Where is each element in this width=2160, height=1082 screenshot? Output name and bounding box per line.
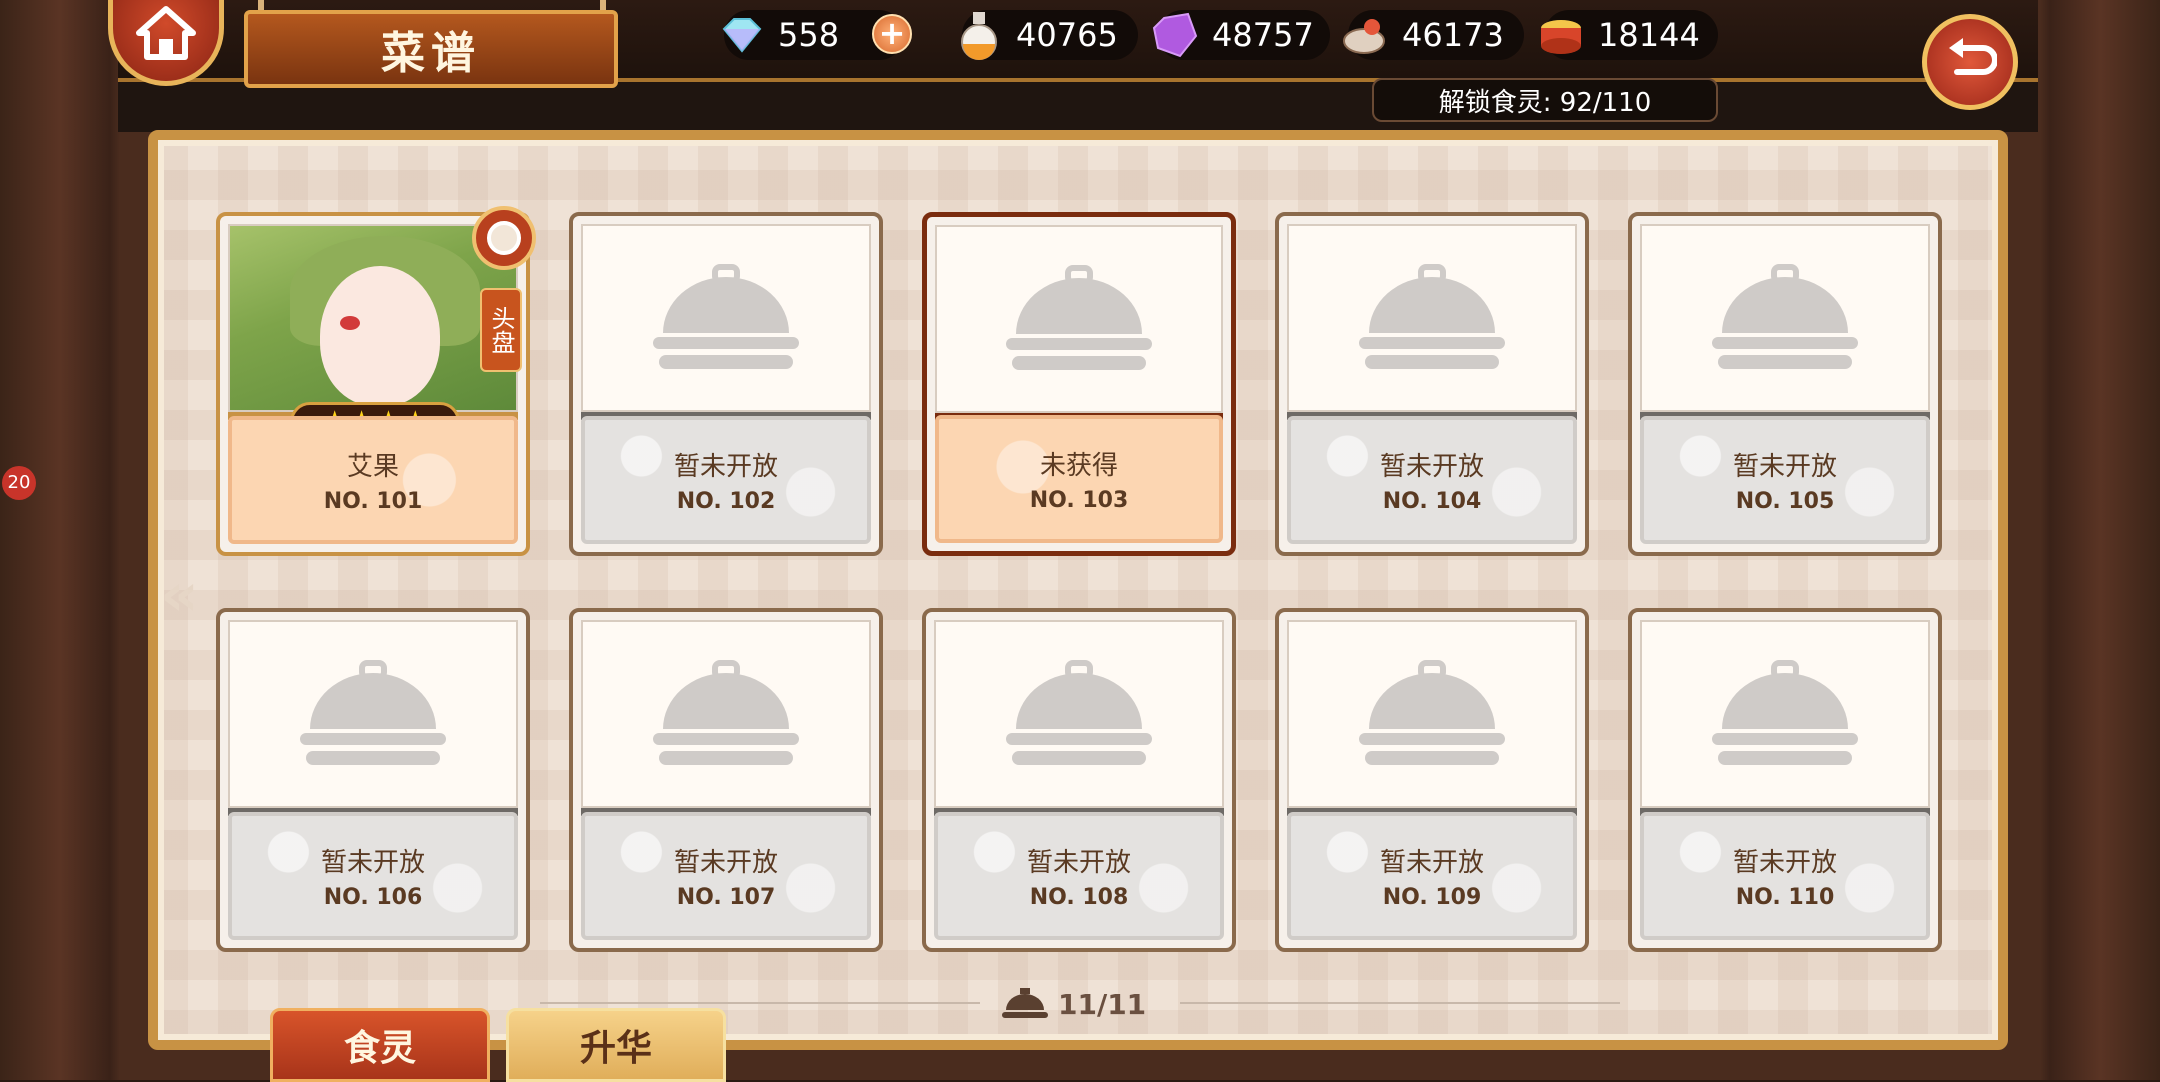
resource-meat: 46173 (1343, 10, 1524, 60)
card-number: NO. 106 (323, 885, 423, 910)
rarity-ring-icon (472, 206, 536, 270)
cloche-icon (1712, 264, 1858, 369)
card-info: 暂未开放 NO. 107 (581, 812, 871, 940)
add-diamond-button[interactable]: + (872, 14, 912, 54)
recipe-card-110[interactable]: 暂未开放 NO. 110 (1628, 608, 1942, 952)
prev-page-arrow-icon[interactable]: « (160, 560, 199, 630)
recipe-card-103[interactable]: 未获得 NO. 103 (922, 212, 1236, 556)
tab-food-spirit[interactable]: 食灵 (270, 1008, 490, 1082)
meat-icon (1338, 8, 1392, 62)
card-number: NO. 109 (1382, 885, 1482, 910)
card-name: 暂未开放 (1379, 848, 1484, 878)
card-number: NO. 102 (676, 489, 776, 514)
card-name: 暂未开放 (1732, 452, 1837, 482)
card-info: 暂未开放 NO. 108 (934, 812, 1224, 940)
card-name: 暂未开放 (1379, 452, 1484, 482)
card-image (1287, 224, 1577, 412)
card-number: NO. 108 (1029, 885, 1129, 910)
card-image (934, 620, 1224, 808)
cloche-icon (653, 264, 799, 369)
resource-crystal: 48757 (1152, 10, 1330, 60)
cloche-icon (653, 660, 799, 765)
recipe-card-104[interactable]: 暂未开放 NO. 104 (1275, 212, 1589, 556)
portrait-face (320, 266, 440, 406)
card-number: NO. 107 (676, 885, 776, 910)
page-indicator: 11/11 (1058, 987, 1147, 1021)
pager-line (1180, 1002, 1620, 1004)
cloche-icon (300, 660, 446, 765)
card-image (1640, 620, 1930, 808)
home-icon (136, 6, 196, 60)
recipe-card-107[interactable]: 暂未开放 NO. 107 (569, 608, 883, 952)
unlock-counter: 解锁食灵: 92/110 (1372, 78, 1718, 122)
cloche-icon (1002, 988, 1048, 1018)
cloche-icon (1359, 660, 1505, 765)
card-name: 暂未开放 (673, 848, 778, 878)
card-number: NO. 101 (323, 489, 423, 514)
cloche-icon (1006, 265, 1152, 370)
card-info: 暂未开放 NO. 106 (228, 812, 518, 940)
page-title: 菜谱 (244, 10, 618, 88)
cloche-icon (1359, 264, 1505, 369)
resource-drum-value: 18144 (1598, 16, 1700, 54)
card-image (935, 225, 1223, 413)
card-name: 暂未开放 (320, 848, 425, 878)
card-image (1287, 620, 1577, 808)
card-image (228, 620, 518, 808)
card-info: 暂未开放 NO. 110 (1640, 812, 1930, 940)
resource-crystal-value: 48757 (1212, 16, 1314, 54)
recipe-card-101[interactable]: 头盘 ★★★★ 艾果 NO. 101 (216, 206, 536, 556)
drum-icon (1534, 8, 1588, 62)
cloche-icon (1712, 660, 1858, 765)
card-number: NO. 105 (1735, 489, 1835, 514)
potion-icon (952, 8, 1006, 62)
card-info: 暂未开放 NO. 109 (1287, 812, 1577, 940)
cloche-icon (1006, 660, 1152, 765)
back-button[interactable] (1922, 14, 2018, 110)
card-image (581, 620, 871, 808)
recipe-card-106[interactable]: 暂未开放 NO. 106 (216, 608, 530, 952)
resource-potion-value: 40765 (1016, 16, 1118, 54)
resource-meat-value: 46173 (1402, 16, 1504, 54)
pagination: 11/11 (1000, 982, 1160, 1026)
tab-ascension[interactable]: 升华 (506, 1008, 726, 1082)
role-tag: 头盘 (480, 288, 522, 372)
card-name: 未获得 (1039, 451, 1118, 481)
card-number: NO. 103 (1029, 488, 1129, 513)
card-info: 暂未开放 NO. 104 (1287, 416, 1577, 544)
recipe-card-105[interactable]: 暂未开放 NO. 105 (1628, 212, 1942, 556)
portrait-eye (340, 316, 360, 330)
card-number: NO. 104 (1382, 489, 1482, 514)
sub-bar (118, 82, 2038, 132)
card-name: 暂未开放 (673, 452, 778, 482)
pager-line (540, 1002, 980, 1004)
resource-potion: 40765 (961, 10, 1138, 60)
recipe-card-102[interactable]: 暂未开放 NO. 102 (569, 212, 883, 556)
recipe-screen: 菜谱 558 + 40765 48757 46173 18144 解锁食灵: 9… (0, 0, 2160, 1082)
resource-drum: 18144 (1541, 10, 1718, 60)
return-arrow-icon (1949, 38, 1997, 75)
notification-badge[interactable]: 20 (2, 466, 36, 500)
recipe-card-109[interactable]: 暂未开放 NO. 109 (1275, 608, 1589, 952)
crystal-icon (1148, 8, 1202, 62)
card-image (1640, 224, 1930, 412)
recipe-card-108[interactable]: 暂未开放 NO. 108 (922, 608, 1236, 952)
card-name: 暂未开放 (1732, 848, 1837, 878)
card-info: 未获得 NO. 103 (935, 415, 1223, 543)
card-name: 艾果 (346, 452, 399, 482)
card-info: 艾果 NO. 101 (228, 416, 518, 544)
card-image (581, 224, 871, 412)
card-info: 暂未开放 NO. 105 (1640, 416, 1930, 544)
resource-diamond-value: 558 (778, 16, 840, 54)
card-info: 暂未开放 NO. 102 (581, 416, 871, 544)
card-name: 暂未开放 (1026, 848, 1131, 878)
card-number: NO. 110 (1735, 885, 1835, 910)
diamond-icon (714, 8, 768, 62)
